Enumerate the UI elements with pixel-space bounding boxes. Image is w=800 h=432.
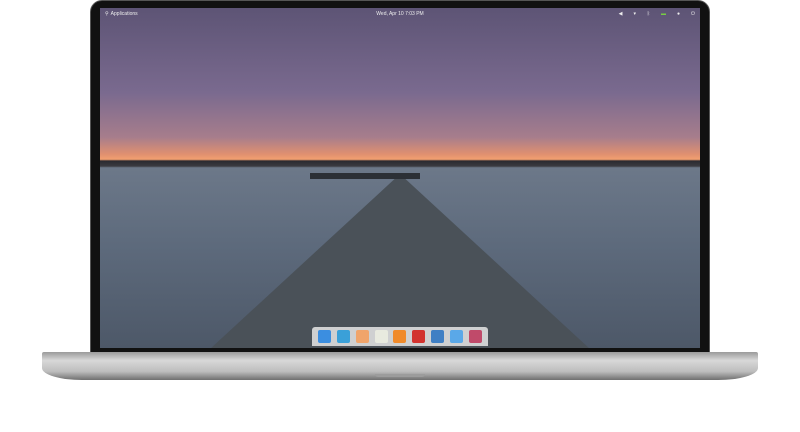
bluetooth-icon[interactable]: ᛒ xyxy=(647,11,650,17)
notifications-icon[interactable]: ● xyxy=(677,11,680,17)
dock xyxy=(312,327,488,346)
battery-icon[interactable]: ▬ xyxy=(661,11,666,17)
applications-menu[interactable]: ⚲ Applications xyxy=(105,11,138,17)
dock-appcenter-icon[interactable] xyxy=(468,330,482,343)
dock-calendar-icon[interactable] xyxy=(374,330,388,343)
wallpaper-pier-end xyxy=(310,173,420,179)
laptop-notch xyxy=(375,374,425,377)
clock[interactable]: Wed, Apr 10 7:03 PM xyxy=(376,11,423,17)
dock-photos-icon[interactable] xyxy=(431,330,445,343)
dock-system-settings-icon[interactable] xyxy=(450,330,464,343)
applications-label: Applications xyxy=(110,10,138,17)
dock-web-browser-icon[interactable] xyxy=(336,330,350,343)
search-icon: ⚲ xyxy=(105,10,109,17)
top-panel: ⚲ Applications Wed, Apr 10 7:03 PM ◀ ▾ ᛒ… xyxy=(100,8,700,19)
volume-icon[interactable]: ◀ xyxy=(619,11,623,17)
dock-multitasking-view-icon[interactable] xyxy=(317,330,331,343)
dock-music-icon[interactable] xyxy=(393,330,407,343)
power-icon[interactable]: ⏻ xyxy=(691,11,695,17)
network-icon[interactable]: ▾ xyxy=(633,11,636,17)
wallpaper-pier xyxy=(210,174,590,348)
dock-videos-icon[interactable] xyxy=(412,330,426,343)
desktop-screen: ⚲ Applications Wed, Apr 10 7:03 PM ◀ ▾ ᛒ… xyxy=(100,8,700,348)
dock-mail-icon[interactable] xyxy=(355,330,369,343)
